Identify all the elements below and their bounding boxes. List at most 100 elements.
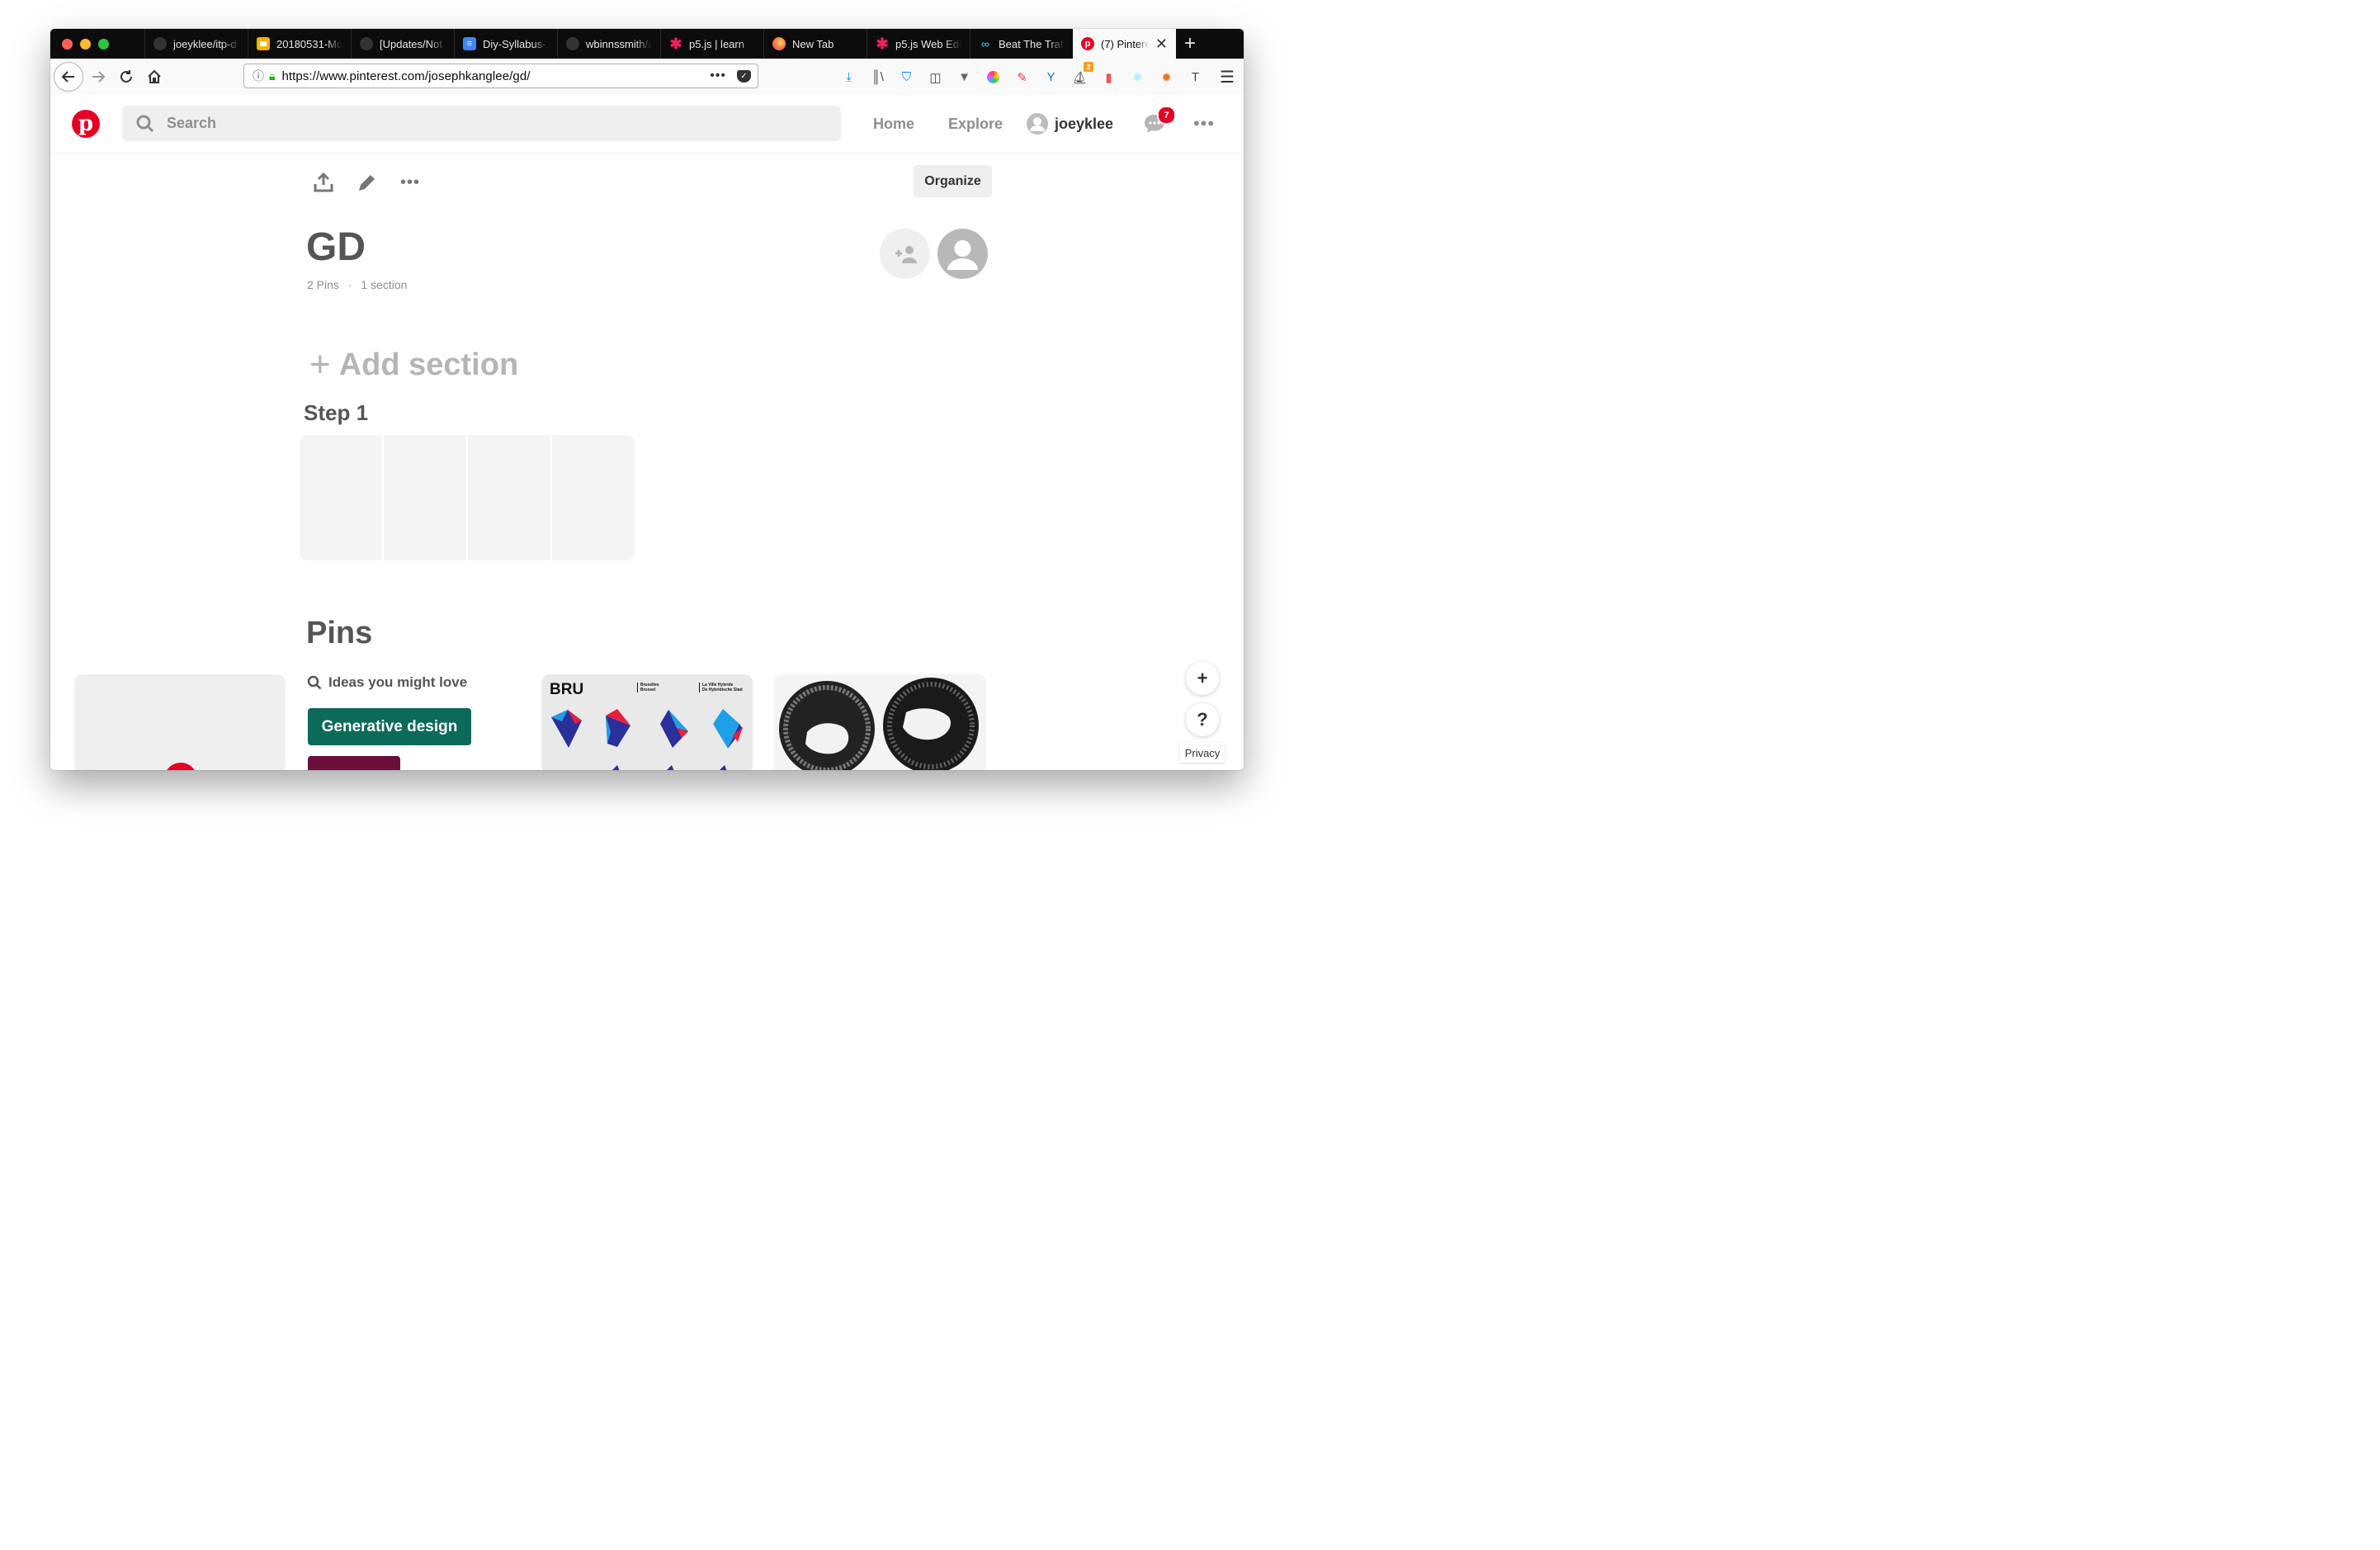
minimize-window-button[interactable]	[80, 38, 91, 50]
gear-extension-icon[interactable]: ✹	[1156, 67, 1177, 87]
pin-spheres-image	[779, 678, 979, 770]
tab-label: Diy-Syllabus-	[483, 37, 546, 50]
add-collaborator-button[interactable]	[880, 229, 930, 279]
tab-label: (7) Pintere	[1101, 37, 1149, 50]
library-icon[interactable]: ║\	[867, 67, 888, 87]
geometric-shape	[713, 709, 743, 749]
tab-2[interactable]: [Updates/Not	[351, 29, 454, 59]
battery-icon[interactable]: ▮	[1098, 67, 1119, 87]
tab-5[interactable]: ✱ p5.js | learn	[660, 29, 763, 59]
vue-devtools-icon[interactable]: ▼	[954, 67, 975, 87]
idea-chip-generative-design[interactable]: Generative design	[308, 708, 471, 745]
pin-card-spheres[interactable]	[774, 674, 986, 770]
reload-button[interactable]	[116, 67, 136, 87]
docs-icon: ≡	[463, 37, 476, 50]
y-extension-icon[interactable]: Y	[1041, 67, 1061, 87]
color-picker-icon[interactable]	[983, 67, 1003, 87]
github-icon	[153, 37, 167, 50]
tab-0[interactable]: joeyklee/itp-d	[144, 29, 248, 59]
tab-1[interactable]: 20180531-Mo	[248, 29, 351, 59]
tab-label: joeyklee/itp-d	[173, 37, 237, 50]
search-icon	[136, 115, 154, 132]
home-button[interactable]	[144, 67, 164, 87]
add-person-icon	[895, 245, 917, 263]
menu-button[interactable]: ☰	[1217, 67, 1237, 87]
pocket-icon[interactable]: ✓	[737, 69, 751, 83]
home-icon	[148, 69, 161, 83]
share-icon	[314, 172, 333, 192]
share-button[interactable]	[311, 170, 336, 195]
pin-card-bru[interactable]: BRU Bruxelles Brussel La Ville Hybride D…	[541, 674, 753, 770]
new-tab-button[interactable]: +	[1176, 29, 1204, 59]
geometric-shape	[667, 765, 674, 770]
owner-avatar[interactable]	[937, 229, 988, 279]
help-button[interactable]: ?	[1186, 703, 1219, 736]
zoom-window-button[interactable]	[98, 38, 109, 50]
board-meta: 2 Pins · 1 section	[307, 278, 407, 291]
react-devtools-icon[interactable]: ⚛	[1127, 67, 1148, 87]
avatar-icon	[947, 240, 978, 270]
url-text[interactable]: https://www.pinterest.com/josephkanglee/…	[281, 69, 530, 83]
extension-badge-icon[interactable]: ⛵︎ 2	[1070, 62, 1093, 87]
home-link[interactable]: Home	[873, 95, 914, 153]
download-icon[interactable]: ⤓	[838, 67, 859, 87]
add-section-button[interactable]: + Add section	[309, 344, 518, 385]
search-input[interactable]: Search	[122, 106, 841, 141]
close-window-button[interactable]	[62, 38, 73, 50]
forward-button[interactable]	[88, 67, 108, 87]
privacy-link[interactable]: Privacy	[1180, 743, 1225, 763]
pins-count: 2 Pins	[307, 278, 339, 291]
pinterest-logo[interactable]: p	[72, 110, 100, 138]
browser-window: joeyklee/itp-d 20180531-Mo [Updates/Not …	[50, 29, 1244, 770]
close-tab-icon[interactable]: ✕	[1155, 35, 1168, 53]
tab-3[interactable]: ≡ Diy-Syllabus-	[454, 29, 557, 59]
organize-button[interactable]: Organize	[914, 165, 992, 197]
page-actions-icon[interactable]: •••	[710, 69, 726, 83]
tab-7[interactable]: ✱ p5.js Web Edi	[867, 29, 970, 59]
info-icon[interactable]: ⓘ	[253, 68, 264, 84]
idea-chip[interactable]	[308, 756, 400, 770]
back-button[interactable]	[54, 62, 83, 92]
lock-icon: 🔒︎	[269, 69, 276, 83]
section-title[interactable]: Step 1	[304, 400, 368, 426]
ideas-label: Ideas you might love	[328, 674, 468, 690]
section-preview-tile	[384, 435, 466, 560]
tab-label: wbinnssmith/a	[586, 37, 652, 50]
url-bar[interactable]: ⓘ 🔒︎ https://www.pinterest.com/josephkan…	[243, 64, 758, 88]
section-preview[interactable]	[300, 435, 635, 560]
pin-bru-shapes	[551, 709, 743, 770]
text-extension-icon[interactable]: T	[1185, 67, 1206, 87]
explore-link[interactable]: Explore	[948, 95, 1003, 153]
p5-icon: ✱	[669, 35, 682, 52]
toolbar-icons: ⤓ ║\ ⛉ ◫ ▼ ✎ Y ⛵︎ 2 ▮ ⚛ ✹ T	[838, 62, 1206, 87]
search-icon	[307, 675, 322, 690]
messages-button[interactable]: 7	[1142, 106, 1176, 136]
eyedropper-icon[interactable]: ✎	[1012, 67, 1032, 87]
avatar-icon	[1027, 113, 1048, 135]
shield-icon[interactable]: ⛉	[896, 67, 917, 87]
create-button[interactable]: +	[1186, 662, 1219, 695]
tab-4[interactable]: wbinnssmith/a	[557, 29, 660, 59]
sidebar-icon[interactable]: ◫	[925, 67, 946, 87]
notification-badge: 7	[1157, 106, 1176, 125]
pinterest-icon: p	[1081, 37, 1094, 50]
pin-card-placeholder[interactable]	[74, 674, 286, 770]
board-more-button[interactable]: •••	[397, 170, 423, 195]
tab-6[interactable]: New Tab	[763, 29, 867, 59]
window-controls	[50, 29, 144, 59]
plus-icon: +	[1197, 668, 1208, 688]
tab-9[interactable]: p (7) Pintere ✕	[1073, 29, 1176, 59]
tab-8[interactable]: ∞ Beat The Traf	[970, 29, 1073, 59]
tab-strip: joeyklee/itp-d 20180531-Mo [Updates/Not …	[50, 29, 1244, 59]
add-section-label: Add section	[338, 347, 519, 382]
pencil-icon	[359, 175, 375, 191]
pinterest-header: p Search Home Explore joeyklee 7 •••	[50, 95, 1244, 154]
nav-bar: ⓘ 🔒︎ https://www.pinterest.com/josephkan…	[50, 59, 1244, 96]
edit-button[interactable]	[355, 170, 380, 195]
section-preview-tile	[468, 435, 550, 560]
geometric-shape	[551, 710, 582, 748]
hamburger-icon: ☰	[1220, 68, 1235, 87]
more-options-button[interactable]: •••	[1192, 113, 1216, 135]
profile-link[interactable]: joeyklee	[1027, 95, 1113, 153]
geometric-shape	[612, 765, 620, 770]
